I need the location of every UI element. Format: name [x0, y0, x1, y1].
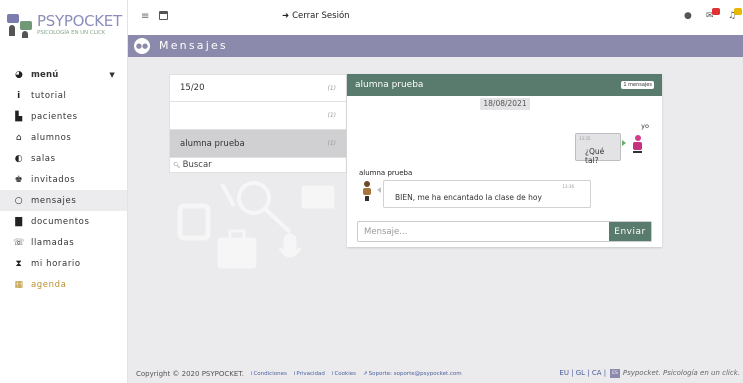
copyright: Copyright © 2020 PSYPOCKET.	[136, 369, 244, 378]
sidebar-item-label: invitados	[31, 174, 76, 185]
search-field[interactable]: 🔍︎ Buscar	[169, 158, 347, 173]
phone-icon: ☏	[13, 237, 25, 248]
notification-badge	[734, 8, 742, 15]
sidebar-item-label: salas	[31, 153, 56, 164]
language-badge[interactable]: ES	[610, 369, 620, 378]
hamburger-icon[interactable]: ≡	[141, 11, 149, 22]
incoming-sender: alumna prueba	[359, 169, 413, 177]
sidebar-item-llamadas[interactable]: ☏ llamadas	[0, 232, 127, 253]
outgoing-message: 13:35 ¿Qué tal?	[575, 133, 621, 165]
topbar: ≡ ➜ Cerrar Sesión ● ✉ ♫	[128, 0, 743, 35]
info-icon: i	[17, 90, 21, 101]
footer-slogan: Psypocket. Psicología en un click.	[622, 369, 740, 377]
sidebar-item-label: mi horario	[31, 258, 81, 269]
message-pointer	[622, 140, 626, 146]
terms-link[interactable]: iCondiciones	[251, 371, 287, 377]
message-count-badge: 1 mensajes	[621, 81, 654, 89]
chevron-down-icon[interactable]: ▼	[109, 71, 115, 79]
logo-mark	[6, 12, 34, 38]
id-card-icon: ▙	[15, 111, 23, 122]
sidebar-item-documentos[interactable]: ▇ documentos	[0, 211, 127, 232]
sidebar-item-label: llamadas	[31, 237, 75, 248]
chat-header: alumna prueba 1 mensajes	[347, 74, 662, 96]
brand-tagline: PSICOLOGÍA EN UN CLICK	[37, 29, 106, 36]
message-input[interactable]	[358, 222, 610, 241]
chat-contact-name: alumna prueba	[355, 80, 424, 90]
external-link-icon: ⇗	[363, 370, 368, 377]
avatar	[633, 135, 642, 153]
sidebar: PSYPOCKET PSICOLOGÍA EN UN CLICK ◕ menú …	[0, 0, 128, 383]
language-links[interactable]: EU | GL | CA |	[559, 369, 606, 377]
sidebar-item-label: alumnos	[31, 132, 72, 143]
message-time: 13:35	[579, 136, 591, 141]
cookies-link[interactable]: iCookies	[332, 371, 356, 377]
incoming-message: 13:36 BIEN, me ha encantado la clase de …	[383, 180, 591, 208]
message-composer: Enviar	[357, 221, 652, 242]
speedometer-icon: ◕	[14, 69, 24, 80]
sidebar-item-label: tutorial	[31, 90, 67, 101]
message-text: BIEN, me ha encantado la clase de hoy	[395, 193, 542, 202]
conversation-item-selected[interactable]: alumna prueba (1)	[169, 130, 347, 158]
support-link[interactable]: ⇗Soporte: soporte@psypocket.com	[363, 371, 462, 377]
sidebar-item-label: menú	[31, 69, 59, 80]
message-time: 13:36	[562, 184, 574, 189]
sidebar-item-label: mensajes	[31, 195, 77, 206]
chat-panel: alumna prueba 1 mensajes 18/08/2021 yo 1…	[347, 74, 662, 247]
logo[interactable]: PSYPOCKET PSICOLOGÍA EN UN CLICK	[0, 0, 127, 50]
half-circle-icon: ◐	[14, 153, 24, 164]
sidebar-item-alumnos[interactable]: ⌂ alumnos	[0, 127, 127, 148]
conversation-name: 15/20	[180, 83, 205, 93]
calendar-icon: ▦	[14, 279, 24, 290]
calendar-icon[interactable]	[159, 11, 168, 20]
conversation-item[interactable]: (1)	[169, 102, 347, 130]
background-illustration	[177, 181, 335, 269]
hourglass-icon: ⧗	[15, 258, 23, 269]
chat-bubble-icon: ●●	[134, 38, 150, 54]
conversation-count: (1)	[327, 84, 337, 92]
outgoing-sender: yo	[641, 122, 649, 130]
guest-icon: ♚	[14, 174, 24, 185]
info-circle-icon[interactable]: ●	[684, 11, 692, 21]
conversation-count: (1)	[327, 112, 337, 119]
sidebar-item-label: agenda	[31, 279, 67, 290]
page-header: ●● Mensajes	[128, 35, 743, 57]
footer-right: EU | GL | CA | ES Psypocket. Psicología en…	[559, 369, 740, 378]
message-text: ¿Qué tal?	[585, 147, 605, 165]
logout-label: Cerrar Sesión	[292, 11, 350, 21]
avatar	[363, 181, 371, 201]
sidebar-item-salas[interactable]: ◐ salas	[0, 148, 127, 169]
conversation-item[interactable]: 15/20 (1)	[169, 74, 347, 102]
conversation-name: alumna prueba	[180, 138, 245, 149]
university-icon: ⌂	[15, 132, 23, 143]
date-separator: 18/08/2021	[480, 98, 530, 110]
sidebar-item-pacientes[interactable]: ▙ pacientes	[0, 106, 127, 127]
sidebar-nav: ◕ menú ▼ i tutorial ▙ pacientes ⌂ alumno…	[0, 64, 127, 295]
sidebar-item-mensajes[interactable]: ○ mensajes	[0, 190, 127, 211]
sidebar-item-agenda[interactable]: ▦ agenda	[0, 274, 127, 295]
search-label: Buscar	[182, 160, 212, 170]
page-title: Mensajes	[159, 39, 228, 52]
sidebar-item-tutorial[interactable]: i tutorial	[0, 85, 127, 106]
privacy-link[interactable]: iPrivacidad	[294, 371, 325, 377]
send-button[interactable]: Enviar	[609, 222, 651, 241]
sidebar-item-label: documentos	[31, 216, 90, 227]
logout-icon: ➜	[282, 11, 290, 21]
sidebar-item-label: pacientes	[31, 111, 78, 122]
file-icon: ▇	[15, 216, 23, 227]
conversation-list: 15/20 (1) (1) alumna prueba (1) 🔍︎ Busca…	[169, 74, 347, 173]
conversation-count: (1)	[327, 140, 337, 147]
logout-button[interactable]: ➜ Cerrar Sesión	[282, 11, 350, 21]
footer: Copyright © 2020 PSYPOCKET. iCondiciones…	[128, 364, 743, 383]
brand-name: PSYPOCKET	[37, 11, 122, 30]
message-pointer	[377, 187, 381, 193]
chat-bubble-icon: ○	[14, 195, 24, 206]
message-badge	[712, 8, 720, 15]
sidebar-item-menu[interactable]: ◕ menú ▼	[0, 64, 127, 85]
search-icon: 🔍︎	[173, 161, 181, 169]
sidebar-item-invitados[interactable]: ♚ invitados	[0, 169, 127, 190]
sidebar-item-mi-horario[interactable]: ⧗ mi horario	[0, 253, 127, 274]
